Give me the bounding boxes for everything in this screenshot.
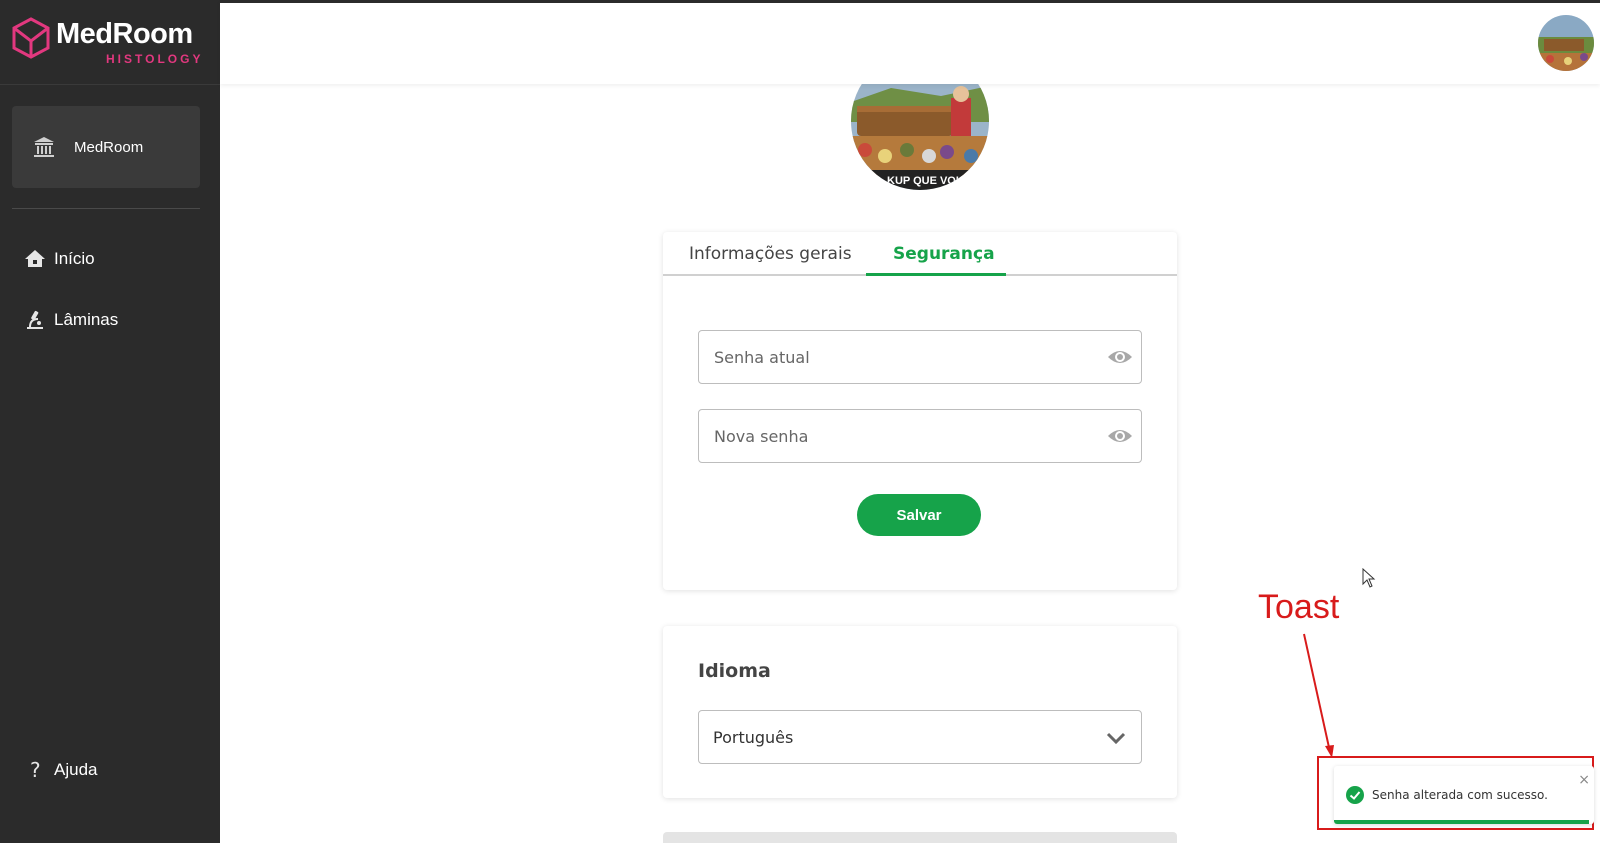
annotation-label: Toast bbox=[1258, 588, 1340, 626]
language-card: Idioma Português bbox=[663, 626, 1177, 798]
security-card: Informações gerais Segurança Salvar bbox=[663, 232, 1177, 590]
language-title: Idioma bbox=[698, 660, 771, 682]
current-password-field[interactable] bbox=[698, 330, 1142, 384]
avatar-caption: KUP QUE VOU FE bbox=[887, 175, 981, 187]
divider bbox=[0, 84, 220, 85]
sidebar-item-label: Ajuda bbox=[54, 760, 98, 779]
profile-tabs: Informações gerais Segurança bbox=[663, 232, 1177, 276]
chevron-down-icon bbox=[1106, 732, 1126, 745]
svg-text:?: ? bbox=[30, 759, 41, 781]
eye-icon[interactable] bbox=[1107, 425, 1133, 447]
brand-name: MedRoom bbox=[56, 18, 193, 50]
avatar-image bbox=[1538, 15, 1594, 71]
sidebar-item-ajuda[interactable]: ? Ajuda bbox=[24, 759, 97, 781]
tab-general-info[interactable]: Informações gerais bbox=[689, 244, 852, 264]
topbar bbox=[220, 0, 1600, 84]
org-label: MedRoom bbox=[74, 138, 144, 156]
toast-progress-bar bbox=[1334, 820, 1589, 824]
sidebar-item-laminas[interactable]: Lâminas bbox=[24, 309, 118, 331]
next-card-partial bbox=[663, 832, 1177, 843]
sidebar-item-label: Lâminas bbox=[54, 310, 119, 329]
toast-close-button[interactable]: × bbox=[1578, 772, 1590, 788]
microscope-icon bbox=[27, 310, 43, 329]
home-icon bbox=[25, 250, 45, 267]
language-select[interactable]: Português bbox=[698, 710, 1142, 764]
mouse-cursor-icon bbox=[1362, 568, 1376, 588]
cube-logo-icon bbox=[12, 17, 50, 59]
current-password-input[interactable] bbox=[714, 347, 1094, 367]
tab-security[interactable]: Segurança bbox=[893, 244, 995, 264]
sidebar-item-inicio[interactable]: Início bbox=[24, 248, 95, 270]
org-selector[interactable]: MedRoom bbox=[12, 106, 200, 188]
brand-subtitle: HISTOLOGY bbox=[106, 52, 204, 66]
toast-message: Senha alterada com sucesso. bbox=[1372, 788, 1548, 802]
success-toast: Senha alterada com sucesso. × bbox=[1334, 766, 1594, 824]
divider bbox=[12, 208, 200, 209]
check-circle-icon bbox=[1346, 786, 1364, 804]
eye-icon[interactable] bbox=[1107, 346, 1133, 368]
brand-logo[interactable]: MedRoom HISTOLOGY bbox=[10, 14, 210, 70]
question-icon: ? bbox=[30, 759, 41, 781]
new-password-field[interactable] bbox=[698, 409, 1142, 463]
user-avatar[interactable] bbox=[1538, 15, 1594, 71]
language-selected-value: Português bbox=[713, 728, 794, 747]
save-button[interactable]: Salvar bbox=[857, 494, 981, 536]
institution-icon bbox=[34, 137, 54, 157]
new-password-input[interactable] bbox=[714, 426, 1094, 446]
sidebar: MedRoom HISTOLOGY MedRoom Início Lâminas… bbox=[0, 0, 220, 843]
sidebar-item-label: Início bbox=[54, 249, 95, 268]
active-tab-indicator bbox=[866, 273, 1006, 276]
